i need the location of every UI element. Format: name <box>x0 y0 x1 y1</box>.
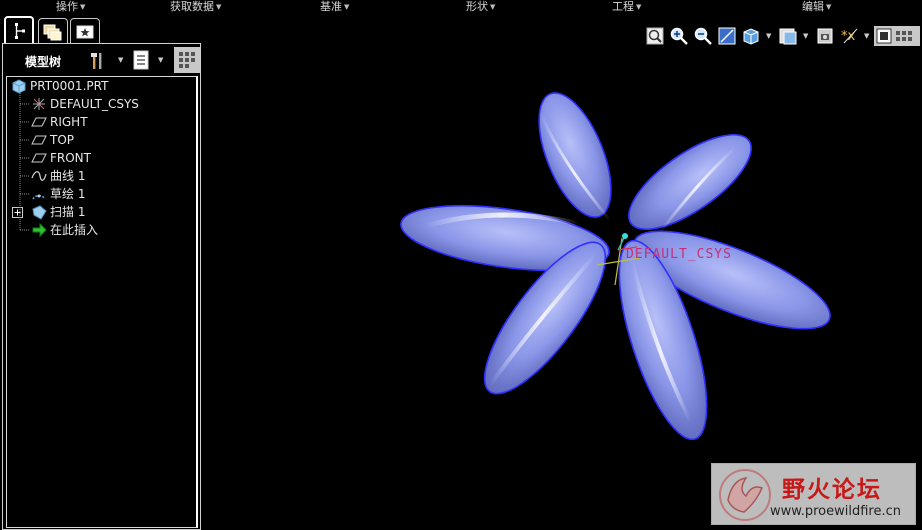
model-tree-title: 模型树 <box>25 55 62 69</box>
menu-operations-label: 操作 <box>56 0 78 13</box>
chevron-down-icon: ▼ <box>636 3 642 11</box>
tab-favorites[interactable] <box>70 18 100 44</box>
forum-watermark: 野火论坛 www.proewildfire.cn <box>711 463 916 525</box>
chevron-down-icon[interactable]: ▼ <box>118 56 123 64</box>
tree-item-label: FRONT <box>50 151 91 165</box>
favorites-icon <box>76 25 94 38</box>
folder-browser-icon <box>43 24 62 40</box>
model-tree: PRT0001.PRT DEFAULT_CSYS RIGHT TOP FRONT… <box>6 76 198 528</box>
tree-item-label: 在此插入 <box>50 223 99 237</box>
svg-text:*x: *x <box>841 29 856 44</box>
graphics-viewport[interactable]: DEFAULT_CSYS <box>202 44 922 530</box>
tree-item-label: TOP <box>50 133 75 147</box>
menu-engineering-label: 工程 <box>612 0 634 13</box>
petal <box>538 92 612 218</box>
chevron-down-icon[interactable]: ▼ <box>158 56 163 64</box>
tab-folder-browser[interactable] <box>38 18 68 44</box>
tree-item-label: 曲线 1 <box>50 169 86 183</box>
menu-shapes-label: 形状 <box>466 0 488 13</box>
watermark-url: www.proewildfire.cn <box>770 504 901 519</box>
appearance-icon[interactable] <box>874 26 920 46</box>
tree-item-label: RIGHT <box>50 115 88 129</box>
chevron-down-icon: ▼ <box>80 3 86 11</box>
csys-label: DEFAULT_CSYS <box>626 247 732 262</box>
display-style-icon[interactable] <box>741 26 761 46</box>
navigator-tabs <box>0 16 202 44</box>
chevron-down-icon[interactable]: ▼ <box>803 32 808 40</box>
refit-icon[interactable] <box>645 26 665 46</box>
menu-engineering[interactable]: 工程 ▼ <box>612 0 641 14</box>
chevron-down-icon: ▼ <box>826 3 832 11</box>
watermark-title: 野火论坛 <box>782 477 882 503</box>
filter-grid-icon[interactable] <box>174 47 200 73</box>
saved-views-icon[interactable] <box>778 26 798 46</box>
tab-model-tree[interactable] <box>4 16 34 44</box>
menu-edit[interactable]: 编辑 ▼ <box>802 0 831 14</box>
tree-connector-lines <box>19 93 29 231</box>
menu-get-data[interactable]: 获取数据 ▼ <box>170 0 221 14</box>
layers-icon[interactable] <box>815 26 835 46</box>
tree-item-label: DEFAULT_CSYS <box>50 97 139 111</box>
menu-datum[interactable]: 基准 ▼ <box>320 0 349 14</box>
datum-display-icon[interactable]: *x <box>840 26 860 46</box>
model-tree-toolbar: 模型树 ▼ ▼ <box>3 44 200 76</box>
show-list-icon[interactable] <box>131 50 151 70</box>
chevron-down-icon: ▼ <box>216 3 222 11</box>
menu-operations[interactable]: 操作 ▼ <box>56 0 85 14</box>
chevron-down-icon[interactable]: ▼ <box>864 32 869 40</box>
tree-item-label: 草绘 1 <box>50 187 86 201</box>
model-tree-icon <box>15 23 25 39</box>
settings-hammer-icon[interactable] <box>87 50 107 70</box>
chevron-down-icon: ▼ <box>490 3 496 11</box>
menu-bar: 操作 ▼ 获取数据 ▼ 基准 ▼ 形状 ▼ 工程 ▼ 编辑 ▼ <box>0 0 922 14</box>
chevron-down-icon[interactable]: ▼ <box>766 32 771 40</box>
menu-edit-label: 编辑 <box>802 0 824 13</box>
chevron-down-icon: ▼ <box>344 3 350 11</box>
menu-get-data-label: 获取数据 <box>170 0 214 13</box>
petal <box>628 133 752 231</box>
menu-datum-label: 基准 <box>320 0 342 13</box>
repaint-icon[interactable] <box>717 26 737 46</box>
flame-logo-icon <box>719 469 771 521</box>
zoom-out-icon[interactable] <box>693 26 713 46</box>
sweep-flower-model[interactable] <box>202 44 922 530</box>
zoom-in-icon[interactable] <box>669 26 689 46</box>
menu-shapes[interactable]: 形状 ▼ <box>466 0 495 14</box>
model-tree-panel: 模型树 ▼ ▼ PRT0001.PRT DEFAULT_CSYS RIGHT T… <box>2 43 201 530</box>
tree-item-label: 扫描 1 <box>50 205 86 219</box>
